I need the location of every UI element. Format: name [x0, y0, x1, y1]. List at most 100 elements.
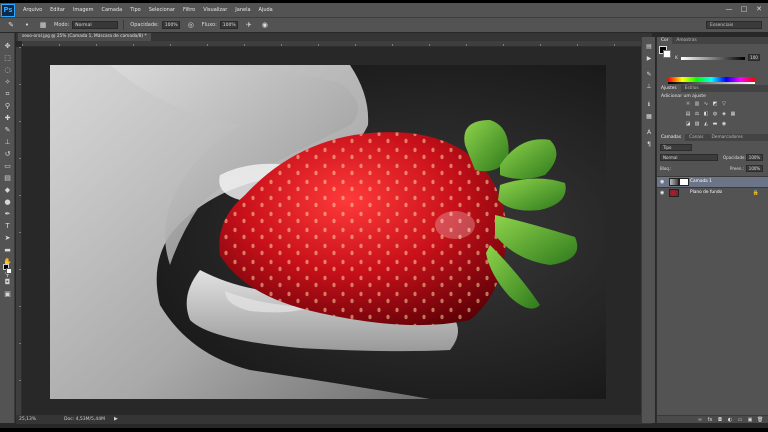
- flow-input[interactable]: 100%: [219, 21, 238, 29]
- menu-selecionar[interactable]: Selecionar: [149, 7, 175, 13]
- mode-select[interactable]: Normal: [72, 21, 119, 29]
- pen-tool-icon[interactable]: ✒: [2, 209, 13, 219]
- menu-imagem[interactable]: Imagem: [73, 7, 94, 13]
- menu-ajuda[interactable]: Ajuda: [259, 7, 273, 13]
- tab-camadas[interactable]: Camadas: [657, 134, 686, 141]
- workspace-select[interactable]: Essenciais: [706, 21, 762, 29]
- layer-filter-select[interactable]: Tipo: [660, 144, 692, 151]
- levels-icon[interactable]: ▥: [694, 101, 700, 107]
- delete-layer-icon[interactable]: 🗑: [757, 417, 763, 423]
- info-icon[interactable]: ℹ: [645, 101, 653, 109]
- posterize-icon[interactable]: ▨: [694, 121, 700, 127]
- history-brush-icon[interactable]: ↺: [2, 149, 13, 159]
- shape-tool-icon[interactable]: ▬: [2, 245, 13, 255]
- grayscale-ramp[interactable]: [668, 82, 755, 84]
- link-layers-icon[interactable]: ∞: [697, 417, 703, 423]
- selective-color-icon[interactable]: ◉: [721, 121, 727, 127]
- airbrush-icon[interactable]: ✈: [244, 20, 254, 30]
- color-balance-icon[interactable]: ⚖: [694, 111, 700, 117]
- menu-camada[interactable]: Camada: [101, 7, 122, 13]
- brush-panel-icon[interactable]: ✎: [645, 71, 653, 79]
- paragraph-icon[interactable]: ¶: [645, 141, 653, 149]
- background-swatch[interactable]: [663, 50, 671, 58]
- channel-mixer-icon[interactable]: ◈: [721, 111, 727, 117]
- curves-icon[interactable]: ∿: [703, 101, 709, 107]
- blend-mode-select[interactable]: Normal: [660, 154, 718, 161]
- layer-name[interactable]: Camada 1: [690, 179, 712, 184]
- tab-cor[interactable]: Cor: [657, 37, 673, 44]
- clone-source-icon[interactable]: ⊥: [645, 83, 653, 91]
- visibility-eye-icon[interactable]: ◉: [660, 190, 666, 196]
- gradient-tool-icon[interactable]: ▤: [2, 173, 13, 183]
- move-tool-icon[interactable]: ✥: [2, 41, 13, 51]
- menu-tipo[interactable]: Tipo: [130, 7, 141, 13]
- brush-tool-icon[interactable]: ✎: [2, 125, 13, 135]
- screen-mode-icon[interactable]: ▣: [2, 289, 13, 299]
- dodge-tool-icon[interactable]: ●: [2, 197, 13, 207]
- invert-icon[interactable]: ◪: [685, 121, 691, 127]
- color-swatches[interactable]: [659, 46, 671, 58]
- document-canvas[interactable]: [50, 65, 606, 399]
- brush-tool-icon[interactable]: ✎: [6, 20, 16, 30]
- menu-arquivo[interactable]: Arquivo: [23, 7, 42, 13]
- brush-preset-icon[interactable]: •: [22, 20, 32, 30]
- tab-canais[interactable]: Canais: [685, 134, 707, 141]
- character-icon[interactable]: A: [645, 129, 653, 137]
- k-value-input[interactable]: 100: [748, 54, 760, 61]
- fill-input[interactable]: 100%: [746, 165, 763, 172]
- eraser-tool-icon[interactable]: ▭: [2, 161, 13, 171]
- lasso-tool-icon[interactable]: ◌: [2, 65, 13, 75]
- menu-janela[interactable]: Janela: [235, 7, 250, 13]
- new-group-icon[interactable]: ▭: [737, 417, 743, 423]
- new-adjustment-icon[interactable]: ◐: [727, 417, 733, 423]
- gradient-map-icon[interactable]: ▬: [712, 121, 718, 127]
- crop-tool-icon[interactable]: ⌗: [2, 89, 13, 99]
- exposure-icon[interactable]: ◩: [712, 101, 718, 107]
- status-menu-arrow-icon[interactable]: ▶: [114, 415, 118, 424]
- menu-filtro[interactable]: Filtro: [183, 7, 195, 13]
- brush-panel-icon[interactable]: ▦: [38, 20, 48, 30]
- layer-mask-thumbnail[interactable]: [679, 178, 689, 186]
- color-lookup-icon[interactable]: ▦: [730, 111, 736, 117]
- tab-estilos[interactable]: Estilos: [681, 85, 703, 92]
- path-select-tool-icon[interactable]: ➤: [2, 233, 13, 243]
- minimize-button[interactable]: —: [724, 4, 734, 14]
- layer-row-plano-de-fundo[interactable]: ◉ Plano de fundo 🔒: [657, 187, 768, 198]
- tab-demarcadores[interactable]: Demarcadores: [708, 134, 747, 141]
- layer-name[interactable]: Plano de fundo: [690, 190, 722, 195]
- layer-row-camada-1[interactable]: ◉ Camada 1: [657, 176, 768, 187]
- brightness-icon[interactable]: ☼: [685, 101, 691, 107]
- tab-amostras[interactable]: Amostras: [672, 37, 700, 44]
- history-icon[interactable]: ▤: [645, 43, 653, 51]
- actions-icon[interactable]: ▶: [645, 55, 653, 63]
- zoom-level[interactable]: 25,13%: [19, 415, 36, 424]
- pressure-opacity-icon[interactable]: ◎: [186, 20, 196, 30]
- pressure-size-icon[interactable]: ◉: [260, 20, 270, 30]
- background-color-swatch[interactable]: [6, 268, 12, 274]
- eyedropper-tool-icon[interactable]: ⚲: [2, 101, 13, 111]
- layer-opacity-input[interactable]: 100%: [746, 154, 763, 161]
- menu-visualizar[interactable]: Visualizar: [203, 7, 227, 13]
- threshold-icon[interactable]: ◭: [703, 121, 709, 127]
- close-button[interactable]: ✕: [754, 4, 764, 14]
- tab-ajustes[interactable]: Ajustes: [657, 85, 681, 92]
- type-tool-icon[interactable]: T: [2, 221, 13, 231]
- layer-style-icon[interactable]: fx: [707, 417, 713, 423]
- k-slider[interactable]: [681, 57, 745, 60]
- marquee-tool-icon[interactable]: ⬚: [2, 53, 13, 63]
- properties-icon[interactable]: ▦: [645, 113, 653, 121]
- add-mask-icon[interactable]: ◘: [717, 417, 723, 423]
- menu-editar[interactable]: Editar: [50, 7, 65, 13]
- quick-mask-icon[interactable]: ◘: [2, 277, 13, 287]
- vibrance-icon[interactable]: ▽: [721, 101, 727, 107]
- hue-saturation-icon[interactable]: ▤: [685, 111, 691, 117]
- maximize-button[interactable]: □: [739, 4, 749, 14]
- blur-tool-icon[interactable]: ◆: [2, 185, 13, 195]
- healing-tool-icon[interactable]: ✚: [2, 113, 13, 123]
- black-white-icon[interactable]: ◧: [703, 111, 709, 117]
- stamp-tool-icon[interactable]: ⊥: [2, 137, 13, 147]
- quick-select-tool-icon[interactable]: ✧: [2, 77, 13, 87]
- document-tab[interactable]: sexo-oral.jpg @ 25% (Camada 1, Máscara d…: [18, 33, 151, 41]
- new-layer-icon[interactable]: ▣: [747, 417, 753, 423]
- photo-filter-icon[interactable]: ◍: [712, 111, 718, 117]
